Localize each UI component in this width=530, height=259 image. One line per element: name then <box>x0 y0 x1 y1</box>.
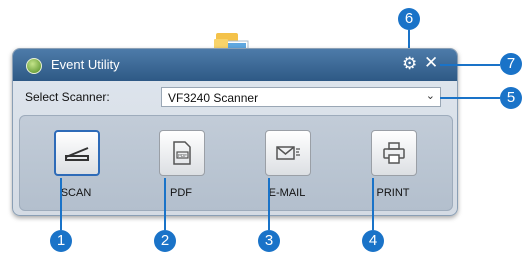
app-logo-icon <box>26 58 42 74</box>
scan-label: SCAN <box>60 187 92 199</box>
callout-7: 7 <box>500 53 522 75</box>
title-bar: Event Utility ⚙ ✕ <box>13 49 457 81</box>
callout-4: 4 <box>362 230 384 252</box>
callout-4-leader <box>372 178 374 230</box>
callout-2: 2 <box>154 230 176 252</box>
pdf-label: PDF <box>170 187 192 199</box>
callout-7-leader <box>440 64 500 66</box>
pdf-button[interactable]: PDF <box>159 130 205 176</box>
scanner-icon <box>65 147 89 161</box>
callout-5-leader <box>440 97 500 99</box>
print-button[interactable] <box>371 130 417 176</box>
scanner-select-value: VF3240 Scanner <box>168 91 259 105</box>
tool-panel: SCAN PDF PDF E-MAIL PRINT <box>19 115 453 211</box>
pdf-icon: PDF <box>173 141 191 165</box>
callout-5: 5 <box>500 87 522 109</box>
printer-icon <box>383 142 405 164</box>
select-scanner-label: Select Scanner: <box>25 90 110 104</box>
callout-2-leader <box>164 178 166 230</box>
chevron-down-icon[interactable]: ⌄ <box>426 89 435 102</box>
svg-text:PDF: PDF <box>178 153 187 158</box>
close-icon[interactable]: ✕ <box>424 54 438 72</box>
window-title: Event Utility <box>51 57 120 72</box>
scanner-select[interactable]: VF3240 Scanner ⌄ <box>161 87 441 107</box>
callout-3-leader <box>268 178 270 230</box>
email-button[interactable] <box>265 130 311 176</box>
event-utility-window: Event Utility ⚙ ✕ Select Scanner: VF3240… <box>12 48 458 216</box>
email-label: E-MAIL <box>268 187 306 199</box>
callout-6: 6 <box>398 8 420 30</box>
email-icon <box>276 146 300 160</box>
callout-1-leader <box>60 178 62 230</box>
callout-1: 1 <box>50 230 72 252</box>
scan-button[interactable] <box>54 130 100 176</box>
settings-gear-icon[interactable]: ⚙ <box>402 55 417 73</box>
callout-3: 3 <box>258 230 280 252</box>
